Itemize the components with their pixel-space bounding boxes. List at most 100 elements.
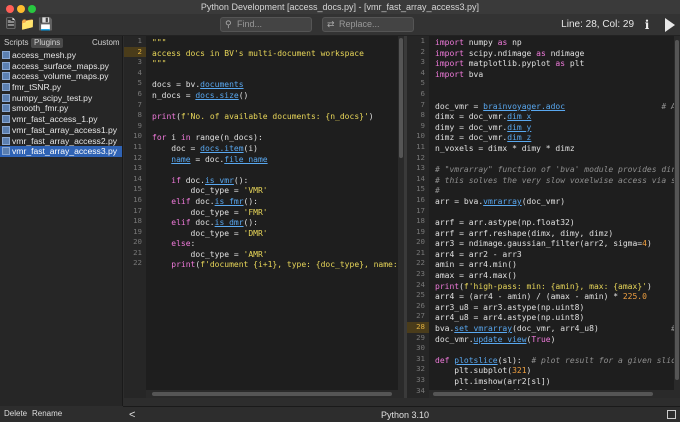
code-token: arr4_u8 = arr4.astype(np.uint8)	[435, 313, 585, 323]
code-line: ​	[152, 102, 404, 113]
code-token: as	[536, 48, 551, 58]
code-line: elif doc.is_dmr():	[152, 218, 404, 229]
tab-scripts[interactable]: Scripts	[4, 38, 28, 48]
line-number: 6	[137, 88, 142, 98]
search-icon: ⚲	[225, 19, 232, 29]
line-number: 15	[133, 184, 142, 194]
code-line: if doc.is_vmr():	[152, 176, 404, 187]
code-line: import numpy as np	[435, 38, 680, 49]
line-number: 3	[137, 57, 142, 67]
file-item[interactable]: access_volume_maps.py	[0, 71, 122, 82]
replace-input[interactable]: ⇄ Replace...	[322, 17, 414, 32]
code-token: i	[171, 133, 181, 143]
code-token: 321	[512, 366, 527, 376]
file-item[interactable]: vmr_fast_access_1.py	[0, 114, 122, 125]
code-token: print	[152, 112, 177, 122]
code-line: ​	[152, 123, 404, 134]
code-token: is_dmr	[214, 218, 244, 228]
line-number: 8	[137, 110, 142, 120]
code-token: plt	[569, 59, 585, 69]
file-item[interactable]: vmr_fast_array_access3.py	[0, 146, 122, 157]
code-token: name	[171, 154, 191, 164]
file-item[interactable]: vmr_fast_array_access2.py	[0, 136, 122, 147]
line-number: 5	[137, 78, 142, 88]
code-token: in	[180, 133, 196, 143]
file-item[interactable]: vmr_fast_array_access1.py	[0, 125, 122, 136]
file-item[interactable]: access_mesh.py	[0, 50, 122, 61]
code-token: plt.imshow(arr2[sl])	[435, 377, 551, 386]
code-token: import	[435, 59, 469, 69]
file-item[interactable]: numpy_scipy_test.py	[0, 93, 122, 104]
code-token: arrf = arrf.reshape(dimx, dimy, dimz)	[435, 228, 614, 238]
code-token: (i)	[243, 143, 258, 153]
line-number: 12	[416, 152, 425, 162]
file-item[interactable]: smooth_fmr.py	[0, 103, 122, 114]
line-number: 18	[416, 216, 425, 226]
tab-plugins[interactable]: Plugins	[31, 38, 64, 48]
code-line: ​	[152, 70, 404, 81]
file-name: access_volume_maps.py	[12, 71, 109, 82]
new-file-icon[interactable]: 🗎	[4, 17, 18, 32]
code-line: import scipy.ndimage as ndimage	[435, 49, 680, 60]
code-token: ():	[243, 196, 258, 206]
rename-button[interactable]: Rename	[32, 409, 62, 418]
editor-left[interactable]: 1 2 3 4 5 6 7 8 9 10 11 12 13 14 15 16 17 18 19 20 21 22 """ a…	[124, 36, 404, 398]
code-token: as	[497, 38, 513, 47]
file-name: vmr_fast_access_1.py	[12, 114, 98, 125]
code-token: arr3 = ndimage.gaussian_filter(arr2, sig…	[435, 239, 643, 249]
code-token: brainvoyager.adoc	[483, 101, 566, 111]
run-icon[interactable]	[665, 18, 675, 32]
delete-button[interactable]: Delete	[4, 409, 27, 418]
save-icon[interactable]: 💾	[38, 17, 53, 32]
tab-custom[interactable]: Custom	[92, 38, 120, 48]
code-token: ():	[233, 175, 249, 185]
code-token: scipy.ndimage	[468, 48, 537, 58]
code-area[interactable]: import numpy as np import scipy.ndimage a…	[435, 38, 680, 398]
file-item[interactable]: access_surface_maps.py	[0, 61, 122, 72]
code-token: file_name	[224, 154, 268, 164]
line-number: 26	[416, 300, 425, 310]
line-number: 14	[133, 173, 142, 183]
code-line: arr3 = ndimage.gaussian_filter(arr2, sig…	[435, 239, 680, 250]
file-item[interactable]: fmr_tSNR.py	[0, 82, 122, 93]
vertical-scrollbar[interactable]	[674, 36, 680, 398]
window-title: Python Development [access_docs.py] - [v…	[200, 2, 480, 12]
line-number: 23	[416, 269, 425, 279]
code-token: print	[435, 281, 460, 291]
code-token: bva.	[435, 324, 455, 334]
code-token: dimx = doc_vmr.	[435, 112, 508, 122]
back-button[interactable]: <	[129, 407, 135, 422]
code-token: 'VMR'	[243, 186, 268, 196]
code-line: doc_vmr.update_view(True) # upd	[435, 335, 680, 346]
code-line: ​	[435, 80, 680, 91]
editor-right[interactable]: 1 2 3 4 5 6 7 8 9 10 11 12 13 14 15 16 17 18 19 20 21 22 23 24 2…	[407, 36, 680, 398]
code-token: access docs in BV's multi-document works…	[152, 48, 364, 58]
horizontal-scrollbar[interactable]	[429, 390, 680, 398]
line-number: 16	[416, 194, 425, 204]
python-file-icon	[2, 115, 10, 124]
code-line: bva.set_vmrarray(doc_vmr, arr4_u8) # cop	[435, 324, 680, 335]
code-token: matplotlib.pyplot	[468, 59, 556, 69]
sidebar: Scripts Plugins Custom access_mesh.py acc…	[0, 36, 123, 418]
code-token: arr = bva.	[435, 196, 484, 206]
expand-icon[interactable]	[667, 410, 676, 419]
line-number: 19	[133, 226, 142, 236]
code-line: name = doc.file_name	[152, 155, 404, 166]
file-name: vmr_fast_array_access2.py	[12, 135, 118, 146]
horizontal-scrollbar[interactable]	[146, 390, 404, 398]
line-number: 34	[416, 385, 425, 395]
line-number: 32	[416, 364, 425, 374]
code-token: :	[190, 239, 196, 249]
find-input[interactable]: ⚲ Find...	[220, 17, 312, 32]
code-token: # this solves the very slow voxelwise ac…	[435, 175, 680, 185]
info-icon[interactable]: i	[641, 18, 653, 32]
code-token: dim_y	[507, 122, 532, 132]
open-folder-icon[interactable]: 📁	[20, 17, 35, 32]
line-number: 24	[416, 279, 425, 289]
code-line: ​	[435, 155, 680, 166]
code-area[interactable]: """ access docs in BV's multi-document wo…	[152, 38, 404, 271]
code-token: n_voxels = dimx * dimy * dimz	[435, 143, 575, 153]
code-token: doc_vmr.	[435, 334, 474, 344]
line-number: 9	[420, 120, 425, 130]
